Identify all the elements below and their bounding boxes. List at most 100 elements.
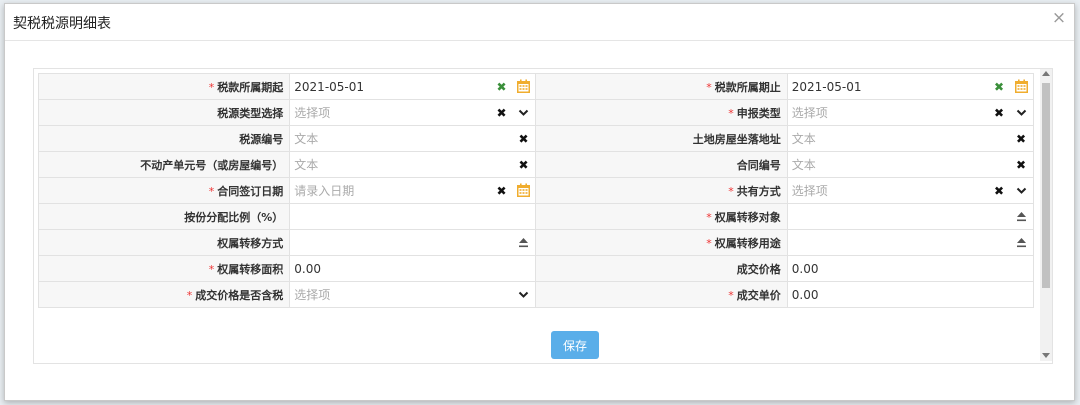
close-icon[interactable]: × — [1050, 9, 1068, 27]
field-text[interactable]: 选择项 — [294, 104, 487, 121]
form-input[interactable]: 选择项 ✖ — [792, 181, 1029, 200]
field-text[interactable]: 选择项 — [294, 286, 509, 303]
field-label: 税源编号 — [38, 125, 291, 152]
form-row: * 合同签订日期 请录入日期 ✖ * 共有方式 选择项 ✖ — [38, 177, 1034, 204]
field-label-text: 税源编号 — [239, 132, 284, 146]
upload-icon[interactable] — [1013, 209, 1029, 225]
form-input[interactable]: 2021-05-01 ✖ — [792, 77, 1029, 96]
form-input[interactable]: 选择项 ✖ — [294, 103, 531, 122]
field-text[interactable]: 2021-05-01 — [294, 80, 487, 94]
field-label: 合同编号 — [535, 151, 788, 178]
form-input[interactable]: 选择项 ✖ — [792, 103, 1029, 122]
form-input[interactable]: 文本 ✖ — [294, 155, 531, 174]
chevron-down-icon[interactable] — [515, 287, 531, 303]
form-input[interactable]: 0.00 — [792, 285, 1029, 304]
field-value-cell: 选择项 — [289, 281, 537, 308]
form-input[interactable] — [294, 233, 531, 252]
field-text[interactable]: 2021-05-01 — [792, 80, 985, 94]
clear-icon[interactable]: ✖ — [515, 157, 531, 173]
form-scroll-area: * 税款所属期起 2021-05-01 ✖ * 税款所属期止 2021-05-01 ✖ 税源类型… — [38, 73, 1034, 323]
field-text[interactable]: 文本 — [792, 130, 1007, 147]
field-text[interactable]: 0.00 — [792, 288, 1029, 302]
form-input[interactable] — [294, 207, 531, 226]
form-input[interactable]: 文本 ✖ — [294, 129, 531, 148]
field-label-text: 税源类型选择 — [217, 106, 284, 120]
form-row: 税源类型选择 选择项 ✖ * 申报类型 选择项 ✖ — [38, 99, 1034, 126]
required-mark: * — [706, 210, 712, 224]
field-label: 土地房屋坐落地址 — [535, 125, 788, 152]
field-text[interactable]: 0.00 — [792, 262, 1029, 276]
form-input[interactable] — [792, 233, 1029, 252]
form-input[interactable]: 0.00 — [792, 259, 1029, 278]
field-value-cell — [289, 203, 537, 230]
form-input[interactable]: 请录入日期 ✖ — [294, 181, 531, 200]
form-input[interactable]: 文本 ✖ — [792, 129, 1029, 148]
field-label: 税源类型选择 — [38, 99, 291, 126]
field-label: * 成交价格是否含税 — [38, 281, 291, 308]
required-mark: * — [706, 80, 712, 94]
upload-icon[interactable] — [515, 235, 531, 251]
form-row: * 税款所属期起 2021-05-01 ✖ * 税款所属期止 2021-05-01 ✖ — [38, 73, 1034, 100]
clear-icon[interactable]: ✖ — [991, 79, 1007, 95]
clear-icon[interactable]: ✖ — [991, 105, 1007, 121]
field-value-cell: 文本 ✖ — [786, 151, 1034, 178]
field-label-text: 权属转移用途 — [714, 236, 781, 250]
field-value-cell: 2021-05-01 ✖ — [289, 73, 537, 100]
vertical-scrollbar[interactable] — [1040, 69, 1052, 361]
field-text[interactable]: 文本 — [294, 156, 509, 173]
dialog-header: 契税税源明细表 × — [5, 4, 1074, 41]
field-label-text: 权属转移面积 — [217, 262, 284, 276]
clear-icon[interactable]: ✖ — [493, 105, 509, 121]
form-input[interactable]: 2021-05-01 ✖ — [294, 77, 531, 96]
clear-icon[interactable]: ✖ — [1013, 157, 1029, 173]
field-value-cell — [289, 229, 537, 256]
field-value-cell: 选择项 ✖ — [786, 99, 1034, 126]
field-label: * 权属转移对象 — [535, 203, 788, 230]
field-label: * 权属转移面积 — [38, 255, 291, 282]
field-value-cell: 文本 ✖ — [289, 125, 537, 152]
field-text[interactable]: 文本 — [792, 156, 1007, 173]
clear-icon[interactable]: ✖ — [991, 183, 1007, 199]
chevron-down-icon[interactable] — [1013, 183, 1029, 199]
field-label-text: 权属转移方式 — [217, 236, 284, 250]
form-input[interactable]: 选择项 — [294, 285, 531, 304]
chevron-down-icon[interactable] — [1013, 105, 1029, 121]
clear-icon[interactable]: ✖ — [493, 79, 509, 95]
form-input[interactable] — [792, 207, 1029, 226]
calendar-icon[interactable] — [515, 79, 531, 95]
field-label: * 权属转移用途 — [535, 229, 788, 256]
clear-icon[interactable]: ✖ — [493, 183, 509, 199]
field-value-cell: 0.00 — [786, 281, 1034, 308]
field-text[interactable]: 文本 — [294, 130, 509, 147]
form-row: 税源编号 文本 ✖ 土地房屋坐落地址 文本 ✖ — [38, 125, 1034, 152]
field-text[interactable]: 0.00 — [294, 262, 531, 276]
field-label: * 税款所属期起 — [38, 73, 291, 100]
field-label-text: 申报类型 — [736, 106, 781, 120]
scrollbar-thumb[interactable] — [1042, 83, 1050, 288]
form-input[interactable]: 0.00 — [294, 259, 531, 278]
clear-icon[interactable]: ✖ — [1013, 131, 1029, 147]
calendar-icon[interactable] — [1013, 79, 1029, 95]
chevron-down-icon[interactable] — [515, 105, 531, 121]
required-mark: * — [208, 80, 215, 94]
required-mark: * — [728, 184, 734, 198]
field-text[interactable]: 请录入日期 — [294, 182, 487, 199]
field-text[interactable]: 选择项 — [792, 182, 985, 199]
calendar-icon[interactable] — [515, 183, 531, 199]
field-text[interactable]: 选择项 — [792, 104, 985, 121]
scroll-up-icon[interactable] — [1042, 71, 1050, 76]
field-label-text: 权属转移对象 — [714, 210, 781, 224]
field-label-text: 税款所属期止 — [714, 80, 781, 94]
dialog: 契税税源明细表 × * 税款所属期起 2021-05-01 ✖ * 税款所属期止 2021-… — [4, 3, 1075, 401]
upload-icon[interactable] — [1013, 235, 1029, 251]
save-button[interactable]: 保存 — [551, 331, 599, 359]
field-label-text: 土地房屋坐落地址 — [692, 132, 781, 146]
required-mark: * — [208, 184, 215, 198]
field-label: * 合同签订日期 — [38, 177, 291, 204]
field-label-text: 成交单价 — [736, 288, 781, 302]
scroll-down-icon[interactable] — [1042, 353, 1050, 358]
form-input[interactable]: 文本 ✖ — [792, 155, 1029, 174]
form-row: 按份分配比例（%） * 权属转移对象 — [38, 203, 1034, 230]
field-label: * 共有方式 — [535, 177, 788, 204]
clear-icon[interactable]: ✖ — [515, 131, 531, 147]
